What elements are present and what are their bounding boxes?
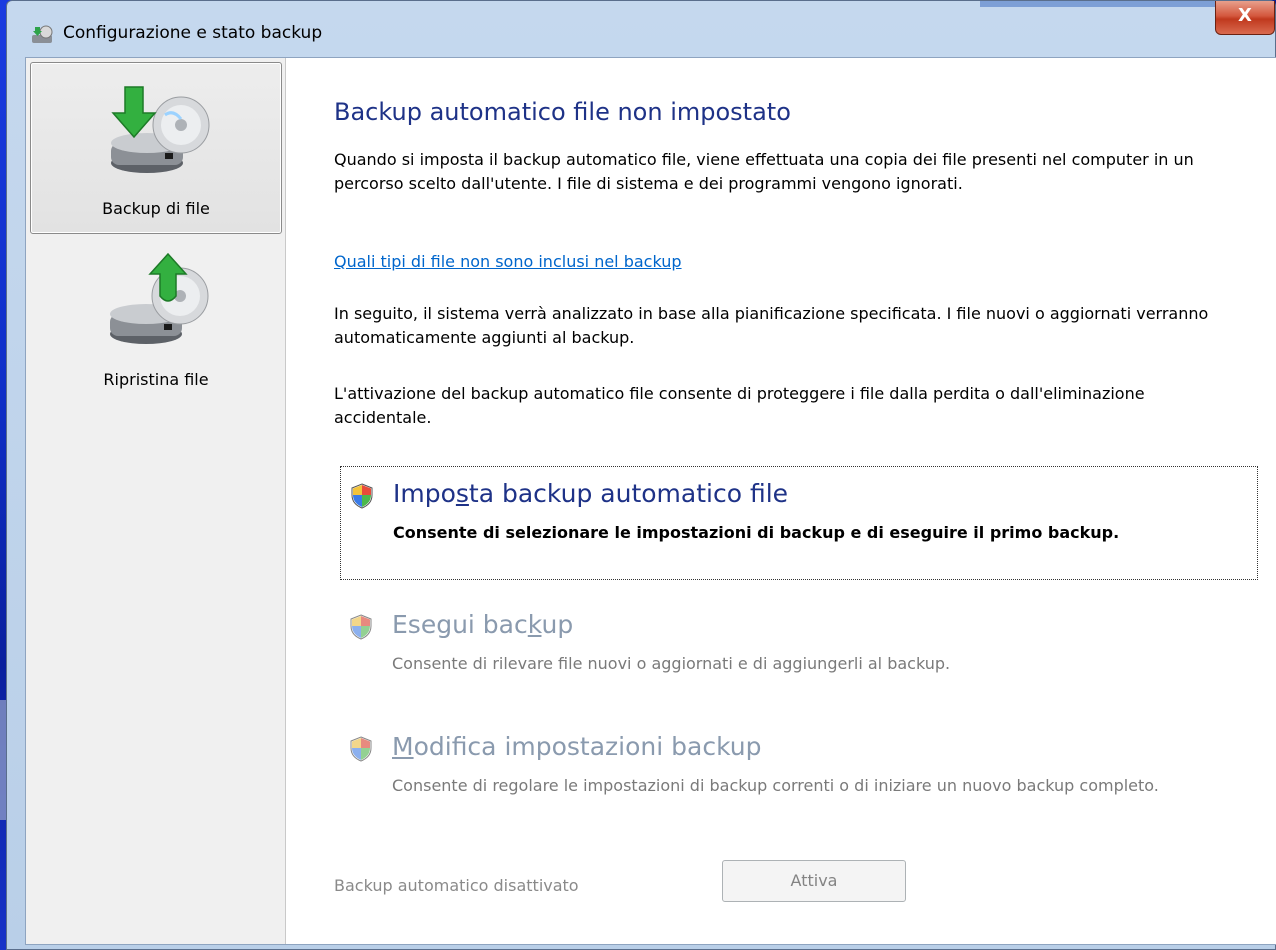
backup-status-label: Backup automatico disattivato	[334, 876, 579, 895]
task-description: Consente di selezionare le impostazioni …	[393, 523, 1120, 542]
title-bar[interactable]: Configurazione e stato backup X	[7, 1, 1275, 55]
sidebar-item-label: Backup di file	[102, 199, 210, 218]
change-settings-task[interactable]: Modifica impostazioni backup Consente di…	[340, 720, 1258, 850]
protection-text: L'attivazione del backup automatico file…	[334, 384, 1145, 427]
window-title: Configurazione e stato backup	[63, 23, 323, 43]
backup-app-icon	[32, 25, 53, 43]
intro-text: Quando si imposta il backup automatico f…	[334, 150, 1194, 193]
task-description: Consente di rilevare file nuovi o aggior…	[392, 654, 951, 673]
sidebar-item-label: Ripristina file	[103, 370, 209, 389]
backup-drive-icon	[111, 86, 210, 173]
main-panel: Backup automatico file non impostato Qua…	[286, 58, 1276, 944]
setup-backup-task[interactable]: Imposta backup automatico file Consente …	[340, 466, 1258, 580]
close-button[interactable]: X	[1215, 1, 1275, 35]
sidebar: Backup di file Ripristina file	[26, 58, 286, 944]
task-description: Consente di regolare le impostazioni di …	[392, 776, 1159, 795]
task-title: Esegui backup	[392, 610, 574, 639]
restore-drive-icon	[110, 252, 209, 344]
task-title: Modifica impostazioni backup	[392, 732, 762, 761]
activate-button[interactable]: Attiva	[722, 860, 906, 902]
sidebar-item-backup[interactable]: Backup di file	[30, 62, 282, 234]
schedule-text: In seguito, il sistema verrà analizzato …	[334, 304, 1209, 347]
page-title: Backup automatico file non impostato	[334, 98, 791, 126]
sidebar-item-restore[interactable]: Ripristina file	[30, 234, 282, 406]
uac-shield-icon	[350, 736, 372, 762]
run-backup-task[interactable]: Esegui backup Consente di rilevare file …	[340, 598, 1258, 698]
excluded-files-link[interactable]: Quali tipi di file non sono inclusi nel …	[334, 252, 682, 271]
uac-shield-icon	[350, 614, 372, 640]
backup-window: Configurazione e stato backup X Backup d…	[6, 0, 1276, 950]
uac-shield-icon	[351, 483, 373, 509]
task-title: Imposta backup automatico file	[393, 479, 789, 508]
client-area: Backup di file Ripristina file Backup au…	[25, 57, 1276, 945]
